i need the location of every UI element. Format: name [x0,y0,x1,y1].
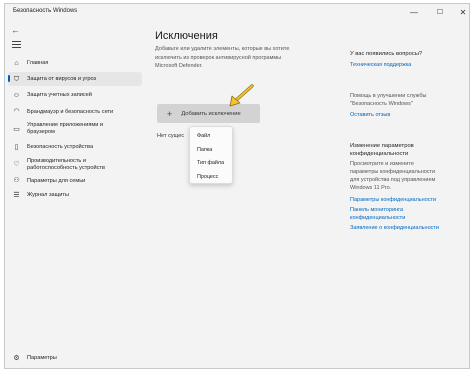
shield-icon: ⛉ [13,75,20,83]
sidebar-item-app-browser-control[interactable]: ▭ Управление приложениями и браузером [8,119,118,139]
menu-item-file-type[interactable]: Тип файла [190,157,232,171]
family-icon: ⚇ [13,177,20,184]
sidebar-item-label: Управление приложениями и браузером [27,122,104,135]
sidebar-item-label: Главная [27,60,49,66]
sidebar-item-label: Брандмауэр и безопасность сети [27,108,114,115]
home-icon: ⌂ [14,59,19,67]
maximize-button[interactable]: ☐ [433,7,447,19]
help-section: У вас появились вопросы? Техническая под… [350,50,468,69]
sidebar-item-home[interactable]: ⌂ Главная [8,54,142,72]
help-heading: У вас появились вопросы? [350,51,423,57]
sidebar-item-label: Параметры для семьи [27,177,86,184]
minimize-button[interactable]: — [407,7,421,19]
window-title: Безопасность Windows [13,8,78,14]
no-exclusions-text: Нет сущес [157,133,185,139]
sidebar-item-label: Защита учетных записей [27,92,92,98]
sidebar-item-label: Безопасность устройства [27,144,94,150]
sidebar-item-device-security[interactable]: ▯ Безопасность устройства [8,139,142,155]
feedback-link[interactable]: Оставить отзыв [350,111,468,119]
history-icon: ☰ [13,191,20,199]
person-icon: ☺ [12,91,21,99]
menu-item-process[interactable]: Процесс [190,171,232,185]
improve-section: Помощь в улучшении службы "Безопасность … [350,92,468,119]
sidebar-item-firewall[interactable]: ◠ Брандмауэр и безопасность сети [8,104,142,119]
hamburger-menu-icon[interactable] [12,41,21,50]
sidebar-item-account-protection[interactable]: ☺ Защита учетных записей [8,86,142,104]
close-button[interactable]: ✕ [456,7,469,19]
privacy-settings-link[interactable]: Параметры конфиденциальности [350,196,468,204]
pointer-arrow-icon [229,84,254,107]
sidebar-item-device-performance[interactable]: ♡ Производительность и работоспособность… [8,155,128,174]
back-arrow-icon[interactable]: ← [11,25,20,35]
page-title: Исключения [155,30,218,42]
title-bar: Безопасность Windows — ☐ ✕ [5,4,469,22]
sidebar-settings: ⚙ Параметры [8,352,142,364]
sidebar-item-virus-protection[interactable]: ⛉ Защита от вирусов и угроз [8,72,142,86]
exclusion-type-menu: Файл Папка Тип файла Процесс [189,126,233,184]
sidebar: ⌂ Главная ⛉ Защита от вирусов и угроз ☺ … [8,54,142,203]
privacy-dashboard-link[interactable]: Панель мониторинга [350,206,468,214]
sidebar-item-label: Параметры [27,355,57,361]
menu-item-folder[interactable]: Папка [190,144,232,158]
sidebar-item-label: Журнал защиты [27,192,69,198]
app-window: Безопасность Windows — ☐ ✕ ← ⌂ Главная ⛉… [4,3,470,369]
sidebar-item-settings[interactable]: ⚙ Параметры [8,352,142,364]
menu-item-file[interactable]: Файл [190,130,232,144]
privacy-section: Изменение параметров конфиденциальности … [350,142,468,232]
sidebar-item-label: Защита от вирусов и угроз [27,76,97,82]
plus-icon: + [167,108,173,119]
device-icon: ▯ [14,143,19,151]
wifi-icon: ◠ [13,108,20,115]
sidebar-item-protection-history[interactable]: ☰ Журнал защиты [8,187,142,203]
tech-support-link[interactable]: Техническая поддержка [350,61,468,69]
add-exclusion-label: Добавить исключение [181,110,241,117]
sidebar-item-family-options[interactable]: ⚇ Параметры для семьи [8,174,142,187]
sidebar-item-label: Производительность и работоспособность у… [27,157,105,171]
app-browser-icon: ▭ [13,125,20,133]
privacy-dashboard-link-line2[interactable]: конфиденциальности [350,214,468,222]
main-content: Исключения Добавьте или удалите элементы… [155,30,345,71]
gear-icon: ⚙ [13,354,20,362]
heart-icon: ♡ [13,161,20,168]
privacy-statement-link[interactable]: Заявление о конфиденциальности [350,224,468,232]
page-description: Добавьте или удалите элементы, которые в… [155,46,290,70]
